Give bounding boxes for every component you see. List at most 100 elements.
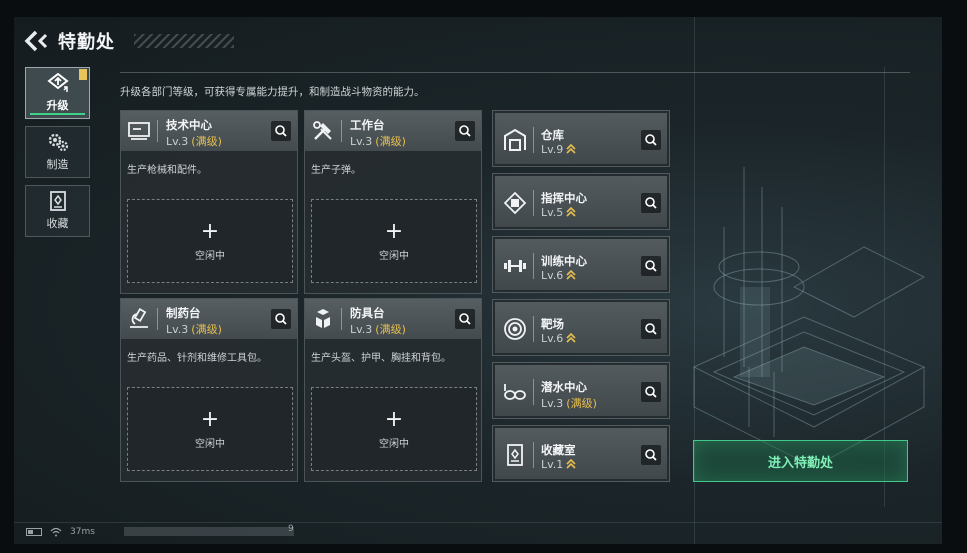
card-body: 靶场 Lv.6 bbox=[495, 302, 667, 353]
shooting-range-icon bbox=[504, 318, 526, 340]
level-value: Lv.6 bbox=[541, 332, 564, 345]
tab-label: 制造 bbox=[46, 158, 69, 171]
search-icon[interactable] bbox=[271, 121, 291, 141]
search-icon[interactable] bbox=[641, 256, 661, 276]
building-level: Lv.6 bbox=[541, 332, 576, 345]
back-arrow-icon[interactable] bbox=[24, 29, 50, 53]
upgrade-available-icon bbox=[566, 270, 576, 280]
building-level: Lv.3 (满级) bbox=[541, 395, 597, 411]
notice-flag-icon bbox=[79, 69, 87, 80]
plus-icon: + bbox=[384, 218, 404, 244]
ping-value: 37ms bbox=[70, 527, 95, 537]
separator bbox=[157, 120, 158, 142]
tab-upgrade[interactable]: 升级 bbox=[25, 67, 90, 119]
facility-name: 工作台 bbox=[350, 118, 385, 132]
building-level: Lv.6 bbox=[541, 269, 576, 282]
level-value: Lv.3 bbox=[350, 135, 373, 148]
plus-icon: + bbox=[200, 406, 220, 432]
search-icon[interactable] bbox=[641, 445, 661, 465]
building-card-diving-center[interactable]: 潜水中心 Lv.3 (满级) bbox=[492, 362, 670, 419]
pharmacy-icon bbox=[130, 307, 148, 328]
production-slot[interactable]: + 空闲中 bbox=[127, 199, 293, 283]
max-level-label: (满级) bbox=[375, 323, 406, 336]
facility-description: 生产头盔、护甲、胸挂和背包。 bbox=[311, 353, 451, 364]
facility-level: Lv.3 (满级) bbox=[350, 321, 406, 337]
building-card-command-center[interactable]: 指挥中心 Lv.5 bbox=[492, 173, 670, 230]
tech-center-icon bbox=[128, 122, 150, 140]
building-name: 靶场 bbox=[541, 317, 564, 331]
base-hologram-image bbox=[692, 167, 926, 467]
upgrade-available-icon bbox=[566, 459, 576, 469]
production-slot[interactable]: + 空闲中 bbox=[127, 387, 293, 471]
facility-level: Lv.3 (满级) bbox=[166, 321, 222, 337]
diving-center-icon bbox=[504, 384, 526, 400]
facility-description: 生产药品、针剂和维修工具包。 bbox=[127, 353, 267, 364]
tab-craft[interactable]: 制造 bbox=[25, 126, 90, 178]
card-body: 仓库 Lv.9 bbox=[495, 113, 667, 164]
level-value: Lv.9 bbox=[541, 143, 564, 156]
tab-collection[interactable]: 收藏 bbox=[25, 185, 90, 237]
card-header: 防具台 Lv.3 (满级) bbox=[305, 299, 481, 339]
facility-card-armor-bench[interactable]: 防具台 Lv.3 (满级) 生产头盔、护甲、胸挂和背包。 + 空闲中 bbox=[304, 298, 482, 482]
building-level: Lv.5 bbox=[541, 206, 576, 219]
battery-icon bbox=[26, 528, 42, 536]
game-screen: 特勤处 升级 制造 收藏 升级各部门等级，可获得专属能力提升，和制造战斗物资的能… bbox=[14, 17, 942, 544]
separator bbox=[533, 316, 534, 342]
upgrade-icon bbox=[46, 73, 69, 92]
slot-status: 空闲中 bbox=[379, 250, 409, 262]
facility-card-tech-center[interactable]: 技术中心 Lv.3 (满级) 生产枪械和配件。 + 空闲中 bbox=[120, 110, 298, 294]
status-bar: 37ms bbox=[26, 527, 95, 537]
scene-divider bbox=[14, 522, 942, 523]
building-card-warehouse[interactable]: 仓库 Lv.9 bbox=[492, 110, 670, 167]
separator bbox=[341, 120, 342, 142]
title-decoration bbox=[134, 34, 234, 48]
facility-name: 防具台 bbox=[350, 306, 385, 320]
page-title: 特勤处 bbox=[58, 32, 115, 53]
facility-name: 制药台 bbox=[166, 306, 201, 320]
collection-icon bbox=[49, 191, 66, 211]
upgrade-available-icon bbox=[566, 333, 576, 343]
facility-level: Lv.3 (满级) bbox=[166, 133, 222, 149]
level-value: Lv.5 bbox=[541, 206, 564, 219]
facility-card-pharmacy[interactable]: 制药台 Lv.3 (满级) 生产药品、针剂和维修工具包。 + 空闲中 bbox=[120, 298, 298, 482]
building-card-training-center[interactable]: 训练中心 Lv.6 bbox=[492, 236, 670, 293]
separator bbox=[533, 253, 534, 279]
wifi-icon bbox=[50, 527, 62, 537]
search-icon[interactable] bbox=[271, 309, 291, 329]
search-icon[interactable] bbox=[455, 121, 475, 141]
building-name: 收藏室 bbox=[541, 443, 576, 457]
card-body: 训练中心 Lv.6 bbox=[495, 239, 667, 290]
building-level: Lv.1 bbox=[541, 458, 576, 471]
search-icon[interactable] bbox=[641, 130, 661, 150]
status-number: 9 bbox=[288, 524, 294, 534]
level-value: Lv.6 bbox=[541, 269, 564, 282]
slot-status: 空闲中 bbox=[195, 438, 225, 450]
search-icon[interactable] bbox=[455, 309, 475, 329]
search-icon[interactable] bbox=[641, 382, 661, 402]
card-header: 技术中心 Lv.3 (满级) bbox=[121, 111, 297, 151]
building-card-shooting-range[interactable]: 靶场 Lv.6 bbox=[492, 299, 670, 356]
production-slot[interactable]: + 空闲中 bbox=[311, 387, 477, 471]
max-level-label: (满级) bbox=[191, 323, 222, 336]
enter-special-ops-button[interactable]: 进入特勤处 bbox=[693, 440, 908, 482]
card-body: 收藏室 Lv.1 bbox=[495, 428, 667, 479]
facility-name: 技术中心 bbox=[166, 118, 212, 132]
separator bbox=[157, 308, 158, 330]
level-value: Lv.3 bbox=[350, 323, 373, 336]
building-name: 训练中心 bbox=[541, 254, 587, 268]
card-header: 制药台 Lv.3 (满级) bbox=[121, 299, 297, 339]
gears-icon bbox=[48, 133, 68, 152]
facility-card-workbench[interactable]: 工作台 Lv.3 (满级) 生产子弹。 + 空闲中 bbox=[304, 110, 482, 294]
separator bbox=[533, 190, 534, 216]
warehouse-icon bbox=[504, 128, 526, 151]
level-value: Lv.3 bbox=[541, 397, 564, 410]
slot-status: 空闲中 bbox=[195, 250, 225, 262]
search-icon[interactable] bbox=[641, 193, 661, 213]
slot-status: 空闲中 bbox=[379, 438, 409, 450]
tab-label: 收藏 bbox=[46, 217, 69, 230]
header-divider bbox=[120, 72, 910, 73]
search-icon[interactable] bbox=[641, 319, 661, 339]
building-card-collection-room[interactable]: 收藏室 Lv.1 bbox=[492, 425, 670, 482]
level-value: Lv.3 bbox=[166, 135, 189, 148]
production-slot[interactable]: + 空闲中 bbox=[311, 199, 477, 283]
